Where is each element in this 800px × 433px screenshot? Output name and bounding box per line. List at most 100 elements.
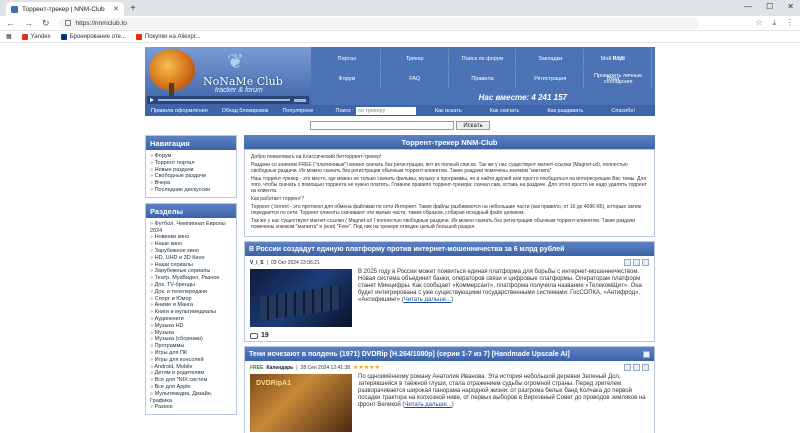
menu-tracker[interactable]: Трекер bbox=[382, 49, 449, 68]
sidebar-section-item[interactable]: Игры для консолей bbox=[150, 357, 232, 364]
share-icon[interactable] bbox=[642, 259, 649, 266]
news-image[interactable]: DVDRipA1 bbox=[250, 374, 352, 432]
sidebar-section-item[interactable]: Наши сериалы bbox=[150, 262, 232, 269]
subnav-how-search[interactable]: Как искать bbox=[435, 108, 462, 114]
sidebar-section-item[interactable]: Игры для ПК bbox=[150, 350, 232, 357]
reload-icon[interactable]: ↻ bbox=[42, 18, 50, 29]
news-title[interactable]: Тени исчезают в полдень (1971) DVDRip [H… bbox=[249, 351, 570, 358]
volume-slider[interactable] bbox=[294, 98, 306, 102]
sidebar-nav-item[interactable]: Последние дискуссии bbox=[150, 187, 232, 194]
url-field[interactable]: https://nnmclub.to bbox=[58, 17, 699, 29]
sidebar-section-item[interactable]: Аниме и Манга bbox=[150, 302, 232, 309]
sidebar-section-item[interactable]: Программы bbox=[150, 343, 232, 350]
bookmark-yandex[interactable]: Yandex bbox=[21, 33, 51, 40]
news-image[interactable] bbox=[250, 269, 352, 327]
site-logo[interactable]: ❦ NoNaMe Club tracker & forum bbox=[145, 47, 311, 105]
menu-forum-search[interactable]: Поиск по форум bbox=[450, 49, 517, 68]
print-icon[interactable] bbox=[624, 259, 631, 266]
intro-paragraph: Так же у нас существуют магнет-ссылки ( … bbox=[251, 218, 636, 230]
menu-login[interactable]: Вход bbox=[574, 69, 652, 88]
apps-icon[interactable]: ▦ bbox=[6, 33, 12, 40]
sidebar-nav-item[interactable]: Новые раздачи bbox=[150, 167, 232, 174]
subnav-popular[interactable]: Популярное bbox=[282, 108, 313, 114]
subnav-thanks[interactable]: Спасибо! bbox=[611, 108, 635, 114]
new-tab-icon[interactable]: + bbox=[130, 3, 136, 14]
sidebar-section-item[interactable]: Музыка bbox=[150, 330, 232, 337]
bookmark-booking[interactable]: Бронирование оте... bbox=[60, 33, 126, 40]
close-tab-icon[interactable]: ✕ bbox=[113, 5, 119, 13]
back-icon[interactable]: ← bbox=[6, 18, 15, 28]
sidebar-section-item[interactable]: Док. и телепередачи bbox=[150, 289, 232, 296]
sidebar-section-item[interactable]: Музыка HD bbox=[150, 323, 232, 330]
sidebar-section-item[interactable]: HD, UHD и 3D Кино bbox=[150, 255, 232, 262]
star-icon[interactable]: ☆ bbox=[755, 18, 762, 28]
menu-icon[interactable]: ⋮ bbox=[786, 18, 794, 28]
sidebar-section-item[interactable]: Детям и родителям bbox=[150, 370, 232, 377]
main-search-input[interactable] bbox=[310, 121, 455, 130]
player-progress[interactable] bbox=[158, 99, 290, 101]
sections-panel-title: Разделы bbox=[146, 203, 236, 218]
sidebar-nav-item[interactable]: Вчера bbox=[150, 180, 232, 187]
sidebar-section-item[interactable]: Разное bbox=[150, 404, 232, 411]
sidebar-section-item[interactable]: Футбол. Чемпионат Европы 2024 bbox=[150, 221, 232, 235]
share-icon[interactable] bbox=[642, 364, 649, 371]
subnav-how-download[interactable]: Как скачать bbox=[490, 108, 520, 114]
radio-player[interactable] bbox=[147, 96, 309, 104]
sidebar-section-item[interactable]: Наше кино bbox=[150, 241, 232, 248]
main-title: Торрент-трекер NNM-Club bbox=[244, 135, 655, 149]
subnav-how-seed[interactable]: Как раздавать bbox=[547, 108, 583, 114]
maximize-icon[interactable]: ☐ bbox=[766, 2, 773, 11]
news-title-bar: Тени исчезают в полдень (1971) DVDRip [H… bbox=[245, 347, 654, 361]
sidebar-section-item[interactable]: Книги и мультимедиалы bbox=[150, 309, 232, 316]
subnav-search-input[interactable]: по трекеру bbox=[355, 106, 416, 115]
bookmark-icon[interactable] bbox=[633, 259, 640, 266]
nav-list: ФорумТоррент порталНовые раздачиСвободны… bbox=[146, 150, 236, 197]
subnav-bypass[interactable]: Обход блокировок bbox=[222, 108, 269, 114]
menu-forum[interactable]: Форум bbox=[314, 69, 381, 88]
comments-count[interactable]: 19 bbox=[245, 330, 654, 341]
sidebar-section-item[interactable]: Аудиокниги bbox=[150, 316, 232, 323]
menu-my-club[interactable]: Мой Клуб bbox=[574, 49, 652, 68]
news-title[interactable]: В России создадут единую платформу проти… bbox=[249, 246, 564, 253]
sidebar-section-item[interactable]: Все для *NIX систем bbox=[150, 377, 232, 384]
sidebar-section-item[interactable]: Все для Apple bbox=[150, 384, 232, 391]
sidebar-section-item[interactable]: Док. TV-бренды bbox=[150, 282, 232, 289]
news-text: По одноимённому роману Анатолия Иванова.… bbox=[358, 374, 646, 408]
read-more-link[interactable]: Читать дальше... bbox=[404, 297, 451, 303]
sidebar-section-item[interactable]: Зарубежное кино bbox=[150, 248, 232, 255]
sidebar-section-item[interactable]: Зарубежные сериалы bbox=[150, 268, 232, 275]
tab-title: Торрент-трекер | NNM-Club bbox=[22, 5, 105, 13]
forward-icon[interactable]: → bbox=[24, 18, 33, 28]
minimize-icon[interactable]: — bbox=[744, 2, 752, 11]
close-window-icon[interactable]: ✕ bbox=[787, 2, 794, 11]
sidebar-section-item[interactable]: Спорт и Юмор bbox=[150, 296, 232, 303]
browser-tab[interactable]: Торрент-трекер | NNM-Club ✕ bbox=[6, 2, 124, 16]
news-author[interactable]: Календарь bbox=[266, 365, 293, 371]
menu-rules[interactable]: Правила bbox=[450, 69, 517, 88]
download-icon[interactable]: ⤓ bbox=[772, 18, 776, 28]
play-icon[interactable] bbox=[150, 98, 154, 102]
sidebar-nav-item[interactable]: Торрент портал bbox=[150, 160, 232, 167]
sidebar-section-item[interactable]: Мультимедиа, Дизайн, Графика bbox=[150, 391, 232, 405]
menu-portal[interactable]: Портал bbox=[314, 49, 381, 68]
sidebar-section-item[interactable]: Новинки кино bbox=[150, 234, 232, 241]
search-button[interactable]: Искать bbox=[456, 121, 490, 130]
read-more-link[interactable]: Читать дальше... bbox=[404, 402, 451, 408]
news-author[interactable]: V_i_S bbox=[250, 260, 264, 266]
print-icon[interactable] bbox=[624, 364, 631, 371]
main-content: Торрент-трекер NNM-Club Добро пожаловать… bbox=[244, 135, 655, 433]
rating-stars: ★★★★★ bbox=[353, 365, 380, 371]
sidebar-nav-item[interactable]: Форум bbox=[150, 153, 232, 160]
site-header: ❦ NoNaMe Club tracker & forum Портал Тре… bbox=[145, 47, 655, 105]
sidebar-section-item[interactable]: Музыка (сборники) bbox=[150, 336, 232, 343]
bookmark-icon[interactable] bbox=[633, 364, 640, 371]
sidebar-nav-item[interactable]: Свободные раздачи bbox=[150, 173, 232, 180]
bookmark-aliexpress[interactable]: Покупки на Aliexpr... bbox=[135, 33, 200, 40]
subnav-rules[interactable]: Правила оформления bbox=[151, 108, 208, 114]
menu-faq[interactable]: FAQ bbox=[382, 69, 449, 88]
sidebar-section-item[interactable]: Android, Mobile bbox=[150, 364, 232, 371]
bookmarks-bar: ▦ Yandex Бронирование оте... Покупки на … bbox=[0, 31, 800, 43]
browser-tabbar: Торрент-трекер | NNM-Club ✕ + — ☐ ✕ bbox=[0, 0, 800, 16]
sidebar-section-item[interactable]: Театр, МузВидео, Разное bbox=[150, 275, 232, 282]
sidebar: Навигация ФорумТоррент порталНовые разда… bbox=[145, 135, 237, 433]
